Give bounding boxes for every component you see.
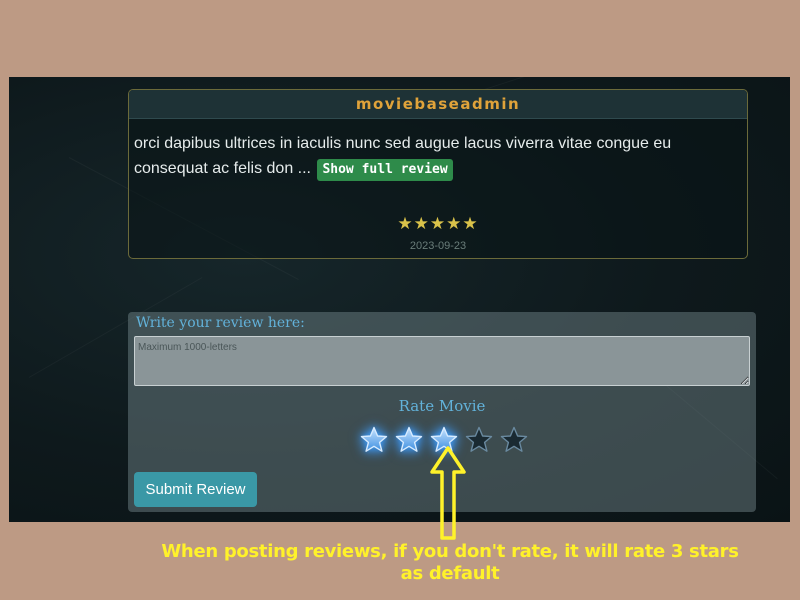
review-author: moviebaseadmin [355, 95, 521, 113]
annotation-text: When posting reviews, if you don't rate,… [161, 541, 739, 584]
show-full-review-button[interactable]: Show full review [317, 159, 453, 181]
star-icon[interactable] [394, 425, 424, 455]
review-card: moviebaseadmin orci dapibus ultrices in … [128, 89, 748, 259]
review-input-label: Write your review here: [136, 315, 305, 331]
review-date: 2023-09-23 [409, 240, 467, 252]
review-rating-stars: ★★★★★ [397, 214, 479, 234]
review-body: orci dapibus ultrices in iaculis nunc se… [129, 119, 747, 181]
star-icon[interactable] [359, 425, 389, 455]
app-screen: moviebaseadmin orci dapibus ultrices in … [9, 77, 790, 522]
star-icon[interactable] [464, 425, 494, 455]
review-textarea[interactable] [134, 336, 750, 386]
submit-review-button[interactable]: Submit Review [134, 472, 257, 507]
star-icon[interactable] [499, 425, 529, 455]
arrow-up-icon [430, 446, 466, 540]
rate-movie-label: Rate Movie [398, 397, 486, 415]
review-card-header: moviebaseadmin [129, 90, 747, 119]
